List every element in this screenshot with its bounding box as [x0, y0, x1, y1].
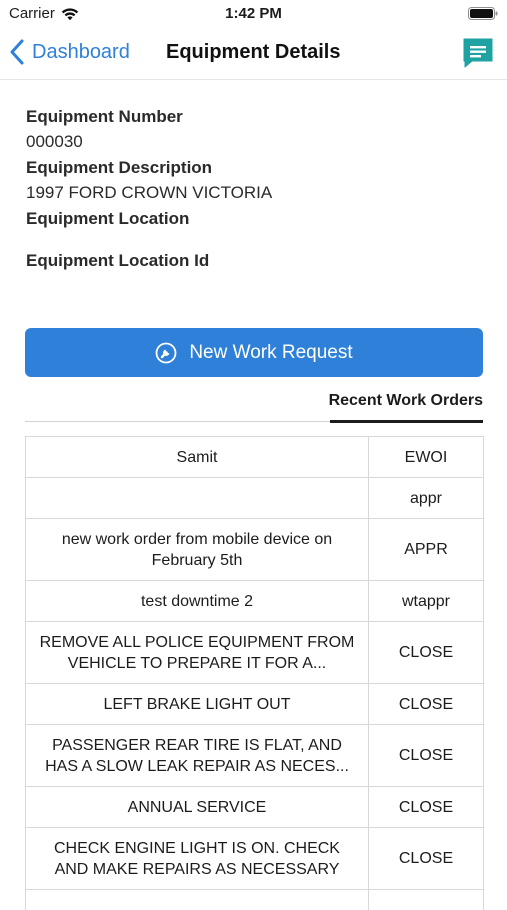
- equipment-description-label: Equipment Description: [26, 155, 486, 180]
- work-orders-table: Samit EWOI appr new work order from mobi…: [25, 436, 484, 910]
- work-order-status: CLOSE: [369, 622, 484, 684]
- table-row[interactable]: ANNUAL SERVICE CLOSE: [26, 787, 484, 828]
- work-order-description: REMOVE ALL POLICE EQUIPMENT FROM VEHICLE…: [26, 622, 369, 684]
- table-row[interactable]: LEFT BRAKE LIGHT OUT CLOSE: [26, 684, 484, 725]
- tab-active-indicator: [330, 420, 483, 423]
- work-order-status: CLOSE: [369, 787, 484, 828]
- equipment-description-value: 1997 FORD CROWN VICTORIA: [26, 180, 486, 206]
- navigation-bar: Dashboard Equipment Details: [0, 28, 507, 80]
- work-order-description: PASSENGER REAR TIRE IS FLAT, AND HAS A S…: [26, 725, 369, 787]
- table-row[interactable]: new work order from mobile device on Feb…: [26, 519, 484, 581]
- work-order-description: Samit: [26, 437, 369, 478]
- battery-icon: [468, 7, 498, 20]
- back-button[interactable]: Dashboard: [8, 38, 130, 66]
- back-button-label: Dashboard: [32, 41, 130, 64]
- equipment-number-label: Equipment Number: [26, 104, 486, 129]
- work-order-status: APPR: [369, 519, 484, 581]
- work-order-description: new work order from mobile device on Feb…: [26, 519, 369, 581]
- new-work-request-label: New Work Request: [189, 342, 352, 364]
- status-bar: Carrier 1:42 PM: [0, 0, 507, 28]
- table-row[interactable]: PASSENGER REAR TIRE IS FLAT, AND HAS A S…: [26, 725, 484, 787]
- tab-recent-work-orders[interactable]: Recent Work Orders: [329, 392, 483, 410]
- equipment-location-value: [26, 231, 486, 248]
- equipment-info: Equipment Number 000030 Equipment Descri…: [26, 104, 486, 290]
- work-order-status: appr: [369, 478, 484, 519]
- page-title: Equipment Details: [166, 41, 340, 64]
- new-work-request-button[interactable]: New Work Request: [25, 328, 483, 377]
- table-row[interactable]: appr: [26, 478, 484, 519]
- work-order-status: CLOSE: [369, 725, 484, 787]
- work-order-status: CLOSE: [369, 828, 484, 890]
- work-order-description: LEFT BRAKE LIGHT OUT: [26, 684, 369, 725]
- table-row[interactable]: test downtime 2 wtappr: [26, 581, 484, 622]
- work-order-description: CHECK ENGINE LIGHT IS ON. CHECK AND MAKE…: [26, 828, 369, 890]
- message-icon[interactable]: [461, 36, 495, 70]
- equipment-location-label: Equipment Location: [26, 206, 486, 231]
- work-order-description: [26, 478, 369, 519]
- equipment-location-id-label: Equipment Location Id: [26, 248, 486, 273]
- chevron-left-icon: [8, 38, 26, 66]
- equipment-number-value: 000030: [26, 129, 486, 155]
- work-order-description: ANNUAL SERVICE: [26, 787, 369, 828]
- table-row[interactable]: Samit EWOI: [26, 437, 484, 478]
- equipment-location-id-value: [26, 273, 486, 290]
- wrench-icon: [155, 342, 177, 364]
- table-row[interactable]: REMOVE ALL POLICE EQUIPMENT FROM VEHICLE…: [26, 622, 484, 684]
- work-order-status: CLOSE: [369, 684, 484, 725]
- status-time: 1:42 PM: [0, 5, 507, 22]
- work-order-status: wtappr: [369, 581, 484, 622]
- work-order-description: test downtime 2: [26, 581, 369, 622]
- table-row[interactable]: CHECK ENGINE LIGHT IS ON. CHECK AND MAKE…: [26, 828, 484, 890]
- work-order-status: EWOI: [369, 437, 484, 478]
